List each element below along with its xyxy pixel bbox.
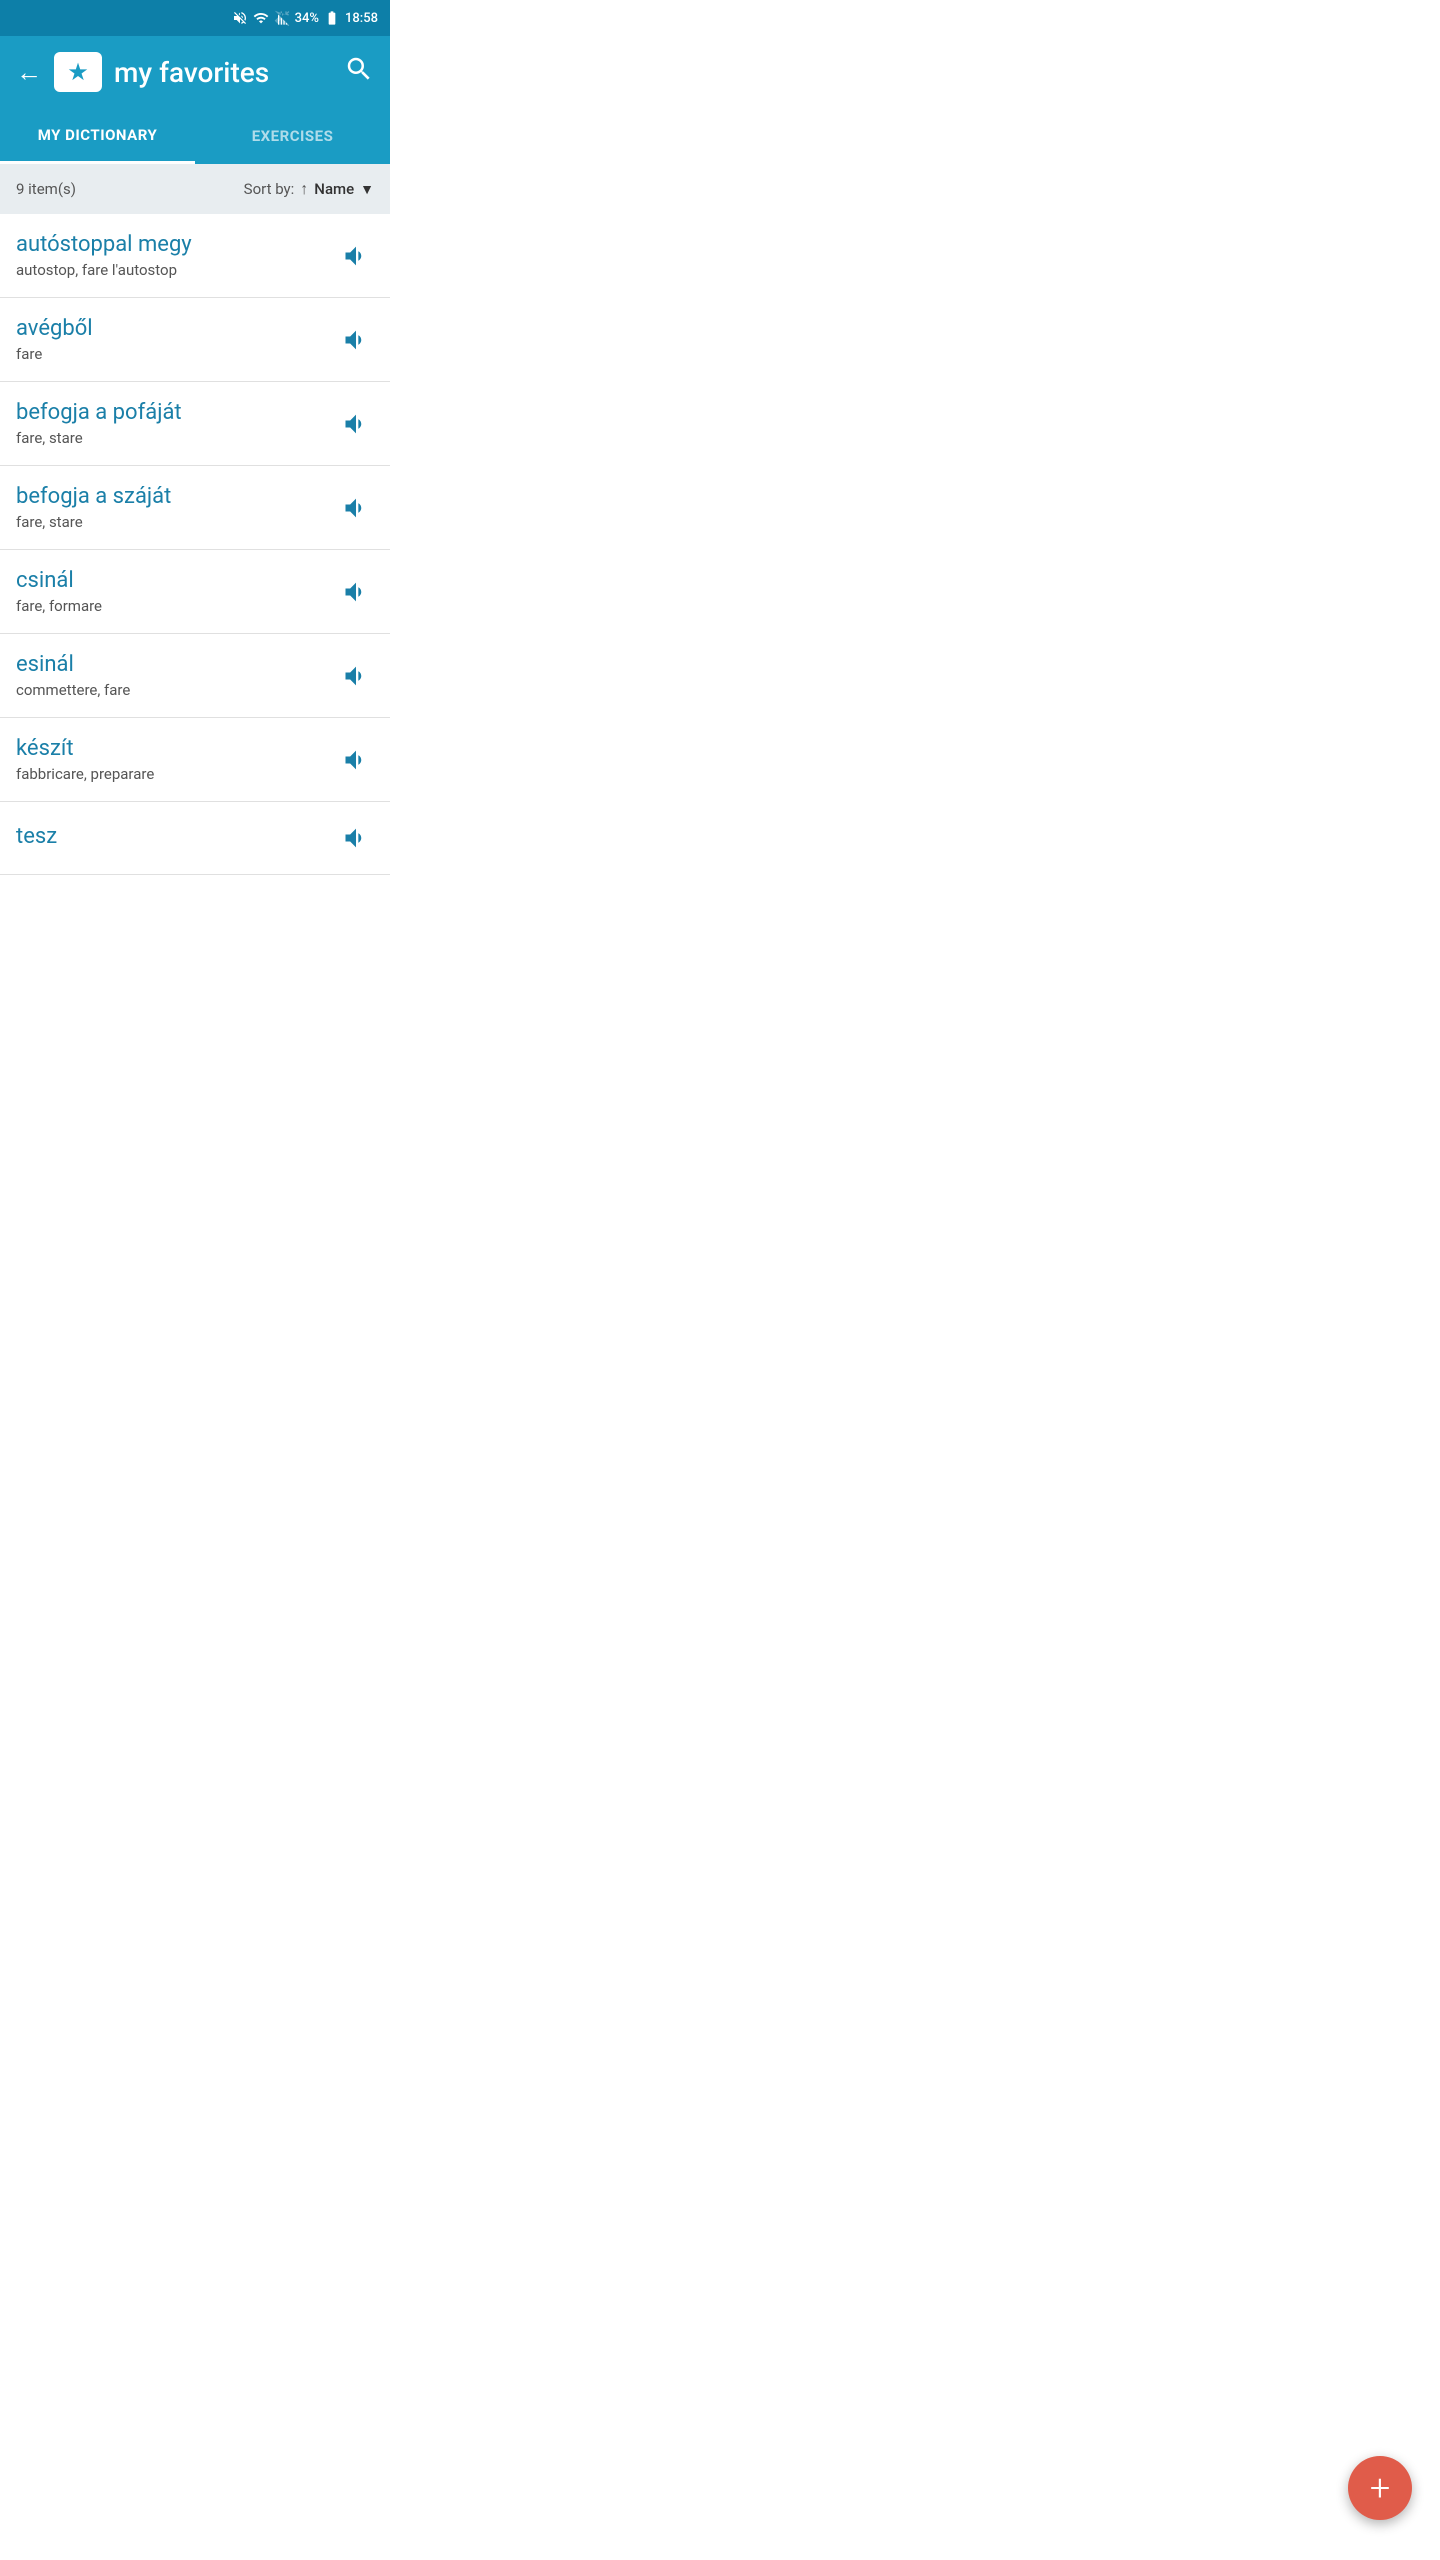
time-text: 18:58 xyxy=(345,11,378,26)
signal-icon xyxy=(274,10,290,26)
sort-dropdown-icon: ▼ xyxy=(360,181,374,198)
sort-direction-icon: ↑ xyxy=(300,179,308,199)
list-item[interactable]: befogja a száját fare, stare xyxy=(0,466,390,550)
word-content: autóstoppal megy autostop, fare l'autost… xyxy=(16,232,338,279)
status-bar: 34% 18:58 xyxy=(0,0,390,36)
list-item[interactable]: esinál commettere, fare xyxy=(0,634,390,718)
word-term: befogja a száját xyxy=(16,484,338,509)
status-icons: 34% 18:58 xyxy=(232,10,378,26)
favorites-folder-icon: ★ xyxy=(54,52,102,92)
wifi-icon xyxy=(253,10,269,26)
word-content: befogja a pofáját fare, stare xyxy=(16,400,338,447)
list-item[interactable]: készít fabbricare, preparare xyxy=(0,718,390,802)
list-item[interactable]: autóstoppal megy autostop, fare l'autost… xyxy=(0,214,390,298)
sound-button[interactable] xyxy=(338,658,374,694)
word-translation: fare, stare xyxy=(16,429,338,447)
sound-button[interactable] xyxy=(338,574,374,610)
sound-icon xyxy=(342,326,370,354)
word-content: befogja a száját fare, stare xyxy=(16,484,338,531)
sound-button[interactable] xyxy=(338,490,374,526)
sort-control[interactable]: Sort by: ↑ Name ▼ xyxy=(244,179,374,199)
battery-text: 34% xyxy=(295,11,319,26)
word-content: csinál fare, formare xyxy=(16,568,338,615)
sound-icon xyxy=(342,494,370,522)
sound-button[interactable] xyxy=(338,238,374,274)
search-icon xyxy=(344,54,374,84)
sort-bar: 9 item(s) Sort by: ↑ Name ▼ xyxy=(0,164,390,214)
word-term: készít xyxy=(16,736,338,761)
word-content: tesz xyxy=(16,824,338,853)
add-button[interactable]: + xyxy=(1348,2456,1412,2520)
back-button[interactable]: ← xyxy=(16,57,42,88)
word-term: autóstoppal megy xyxy=(16,232,338,257)
list-item[interactable]: csinál fare, formare xyxy=(0,550,390,634)
page-title: my favorites xyxy=(114,56,269,89)
search-button[interactable] xyxy=(344,54,374,91)
sound-button[interactable] xyxy=(338,820,374,856)
list-item[interactable]: befogja a pofáját fare, stare xyxy=(0,382,390,466)
word-translation: fabbricare, preparare xyxy=(16,765,338,783)
word-content: esinál commettere, fare xyxy=(16,652,338,699)
word-translation: fare xyxy=(16,345,338,363)
sound-icon xyxy=(342,662,370,690)
sound-button[interactable] xyxy=(338,742,374,778)
app-bar: ← ★ my favorites xyxy=(0,36,390,108)
sort-field: Name xyxy=(314,180,354,198)
word-term: avégből xyxy=(16,316,338,341)
star-icon: ★ xyxy=(67,58,89,86)
word-content: készít fabbricare, preparare xyxy=(16,736,338,783)
sound-icon xyxy=(342,242,370,270)
battery-icon xyxy=(324,10,340,26)
sound-icon xyxy=(342,824,370,852)
tabs-bar: MY DICTIONARY EXERCISES xyxy=(0,108,390,164)
word-term: esinál xyxy=(16,652,338,677)
tab-exercises[interactable]: EXERCISES xyxy=(195,108,390,164)
mute-icon xyxy=(232,10,248,26)
sound-button[interactable] xyxy=(338,322,374,358)
sound-icon xyxy=(342,746,370,774)
app-bar-left: ← ★ my favorites xyxy=(16,52,269,92)
sound-icon xyxy=(342,578,370,606)
item-count: 9 item(s) xyxy=(16,180,76,198)
sound-button[interactable] xyxy=(338,406,374,442)
word-content: avégből fare xyxy=(16,316,338,363)
word-translation: fare, stare xyxy=(16,513,338,531)
list-item[interactable]: tesz xyxy=(0,802,390,875)
add-icon: + xyxy=(1370,2470,1390,2506)
word-term: befogja a pofáját xyxy=(16,400,338,425)
word-translation: commettere, fare xyxy=(16,681,338,699)
sort-by-label: Sort by: xyxy=(244,180,295,198)
sound-icon xyxy=(342,410,370,438)
word-translation: fare, formare xyxy=(16,597,338,615)
word-term: csinál xyxy=(16,568,338,593)
list-item[interactable]: avégből fare xyxy=(0,298,390,382)
word-translation: autostop, fare l'autostop xyxy=(16,261,338,279)
word-term: tesz xyxy=(16,824,338,849)
tab-my-dictionary[interactable]: MY DICTIONARY xyxy=(0,108,195,164)
word-list: autóstoppal megy autostop, fare l'autost… xyxy=(0,214,390,875)
